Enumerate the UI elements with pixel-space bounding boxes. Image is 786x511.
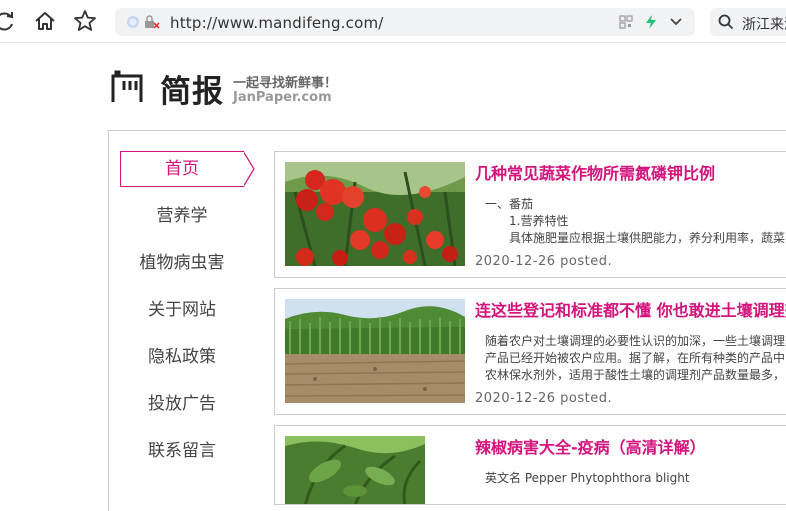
- nav-item-contact[interactable]: 联系留言: [120, 433, 244, 469]
- article-excerpt-line: 随着农户对土壤调理的必要性认识的加深，一些土壤调理剂: [485, 334, 786, 348]
- article-excerpt-line: 产品已经开始被农户应用。据了解，在所有种类的产品中: [485, 351, 786, 365]
- reload-icon[interactable]: [0, 8, 18, 34]
- article-excerpt-line: 一、番茄: [485, 197, 534, 211]
- star-icon[interactable]: [72, 8, 98, 34]
- nav-active-arrow: [242, 150, 255, 188]
- home-icon[interactable]: [32, 8, 58, 34]
- article-card[interactable]: 辣椒病害大全-疫病（高清详解） 英文名 Pepper Phytophthora …: [274, 425, 786, 505]
- search-text[interactable]: 浙江来源: [742, 14, 786, 34]
- url-text[interactable]: http://www.mandifeng.com/: [170, 14, 384, 32]
- browser-toolbar: http://www.mandifeng.com/ 浙江来源: [0, 0, 786, 43]
- qrcode-icon[interactable]: [618, 14, 634, 30]
- blocked-icon[interactable]: [143, 14, 161, 30]
- article-title[interactable]: 连这些登记和标准都不懂 你也敢进土壤调理剂: [475, 297, 786, 321]
- site-domain: JanPaper.com: [233, 90, 332, 105]
- article-thumbnail-pepper[interactable]: [285, 436, 425, 505]
- article-card[interactable]: 连这些登记和标准都不懂 你也敢进土壤调理剂 随着农户对土壤调理的必要性认识的加深…: [274, 288, 786, 415]
- article-date: 2020-12-26 posted.: [475, 254, 613, 269]
- security-icon[interactable]: [125, 14, 141, 30]
- logo-icon: [111, 70, 143, 102]
- address-bar[interactable]: http://www.mandifeng.com/: [115, 8, 695, 36]
- search-box[interactable]: 浙江来源: [710, 8, 786, 36]
- article-thumbnail-tomatoes[interactable]: [285, 162, 465, 266]
- lightning-icon[interactable]: [643, 14, 659, 30]
- article-thumbnail-field[interactable]: [285, 299, 465, 403]
- search-icon[interactable]: [718, 14, 734, 30]
- article-excerpt-line: 具体施肥量应根据土壤供肥能力，养分利用率，蔬菜: [509, 231, 786, 245]
- article-title[interactable]: 几种常见蔬菜作物所需氮磷钾比例: [475, 160, 715, 184]
- chevron-down-icon[interactable]: [668, 14, 684, 30]
- article-excerpt-line: 1.营养特性: [509, 214, 569, 228]
- article-excerpt-line: 农林保水剂外，适用于酸性土壤的调理剂产品数量最多，: [485, 368, 786, 382]
- article-card[interactable]: 几种常见蔬菜作物所需氮磷钾比例 一、番茄 1.营养特性 具体施肥量应根据土壤供肥…: [274, 151, 786, 278]
- article-excerpt-line: 英文名 Pepper Phytophthora blight: [485, 471, 690, 485]
- nav-item-advertise[interactable]: 投放广告: [120, 386, 244, 422]
- article-title[interactable]: 辣椒病害大全-疫病（高清详解）: [475, 434, 706, 458]
- nav-item-plant-disease[interactable]: 植物病虫害: [120, 245, 244, 281]
- nav-item-about[interactable]: 关于网站: [120, 292, 244, 328]
- site-slogan: 一起寻找新鲜事！: [233, 76, 338, 91]
- nav-item-home[interactable]: 首页: [120, 151, 244, 187]
- nav-item-nutrition[interactable]: 营养学: [120, 198, 244, 234]
- nav-item-privacy[interactable]: 隐私政策: [120, 339, 244, 375]
- article-date: 2020-12-26 posted.: [475, 391, 613, 406]
- site-title[interactable]: 简报: [160, 66, 224, 111]
